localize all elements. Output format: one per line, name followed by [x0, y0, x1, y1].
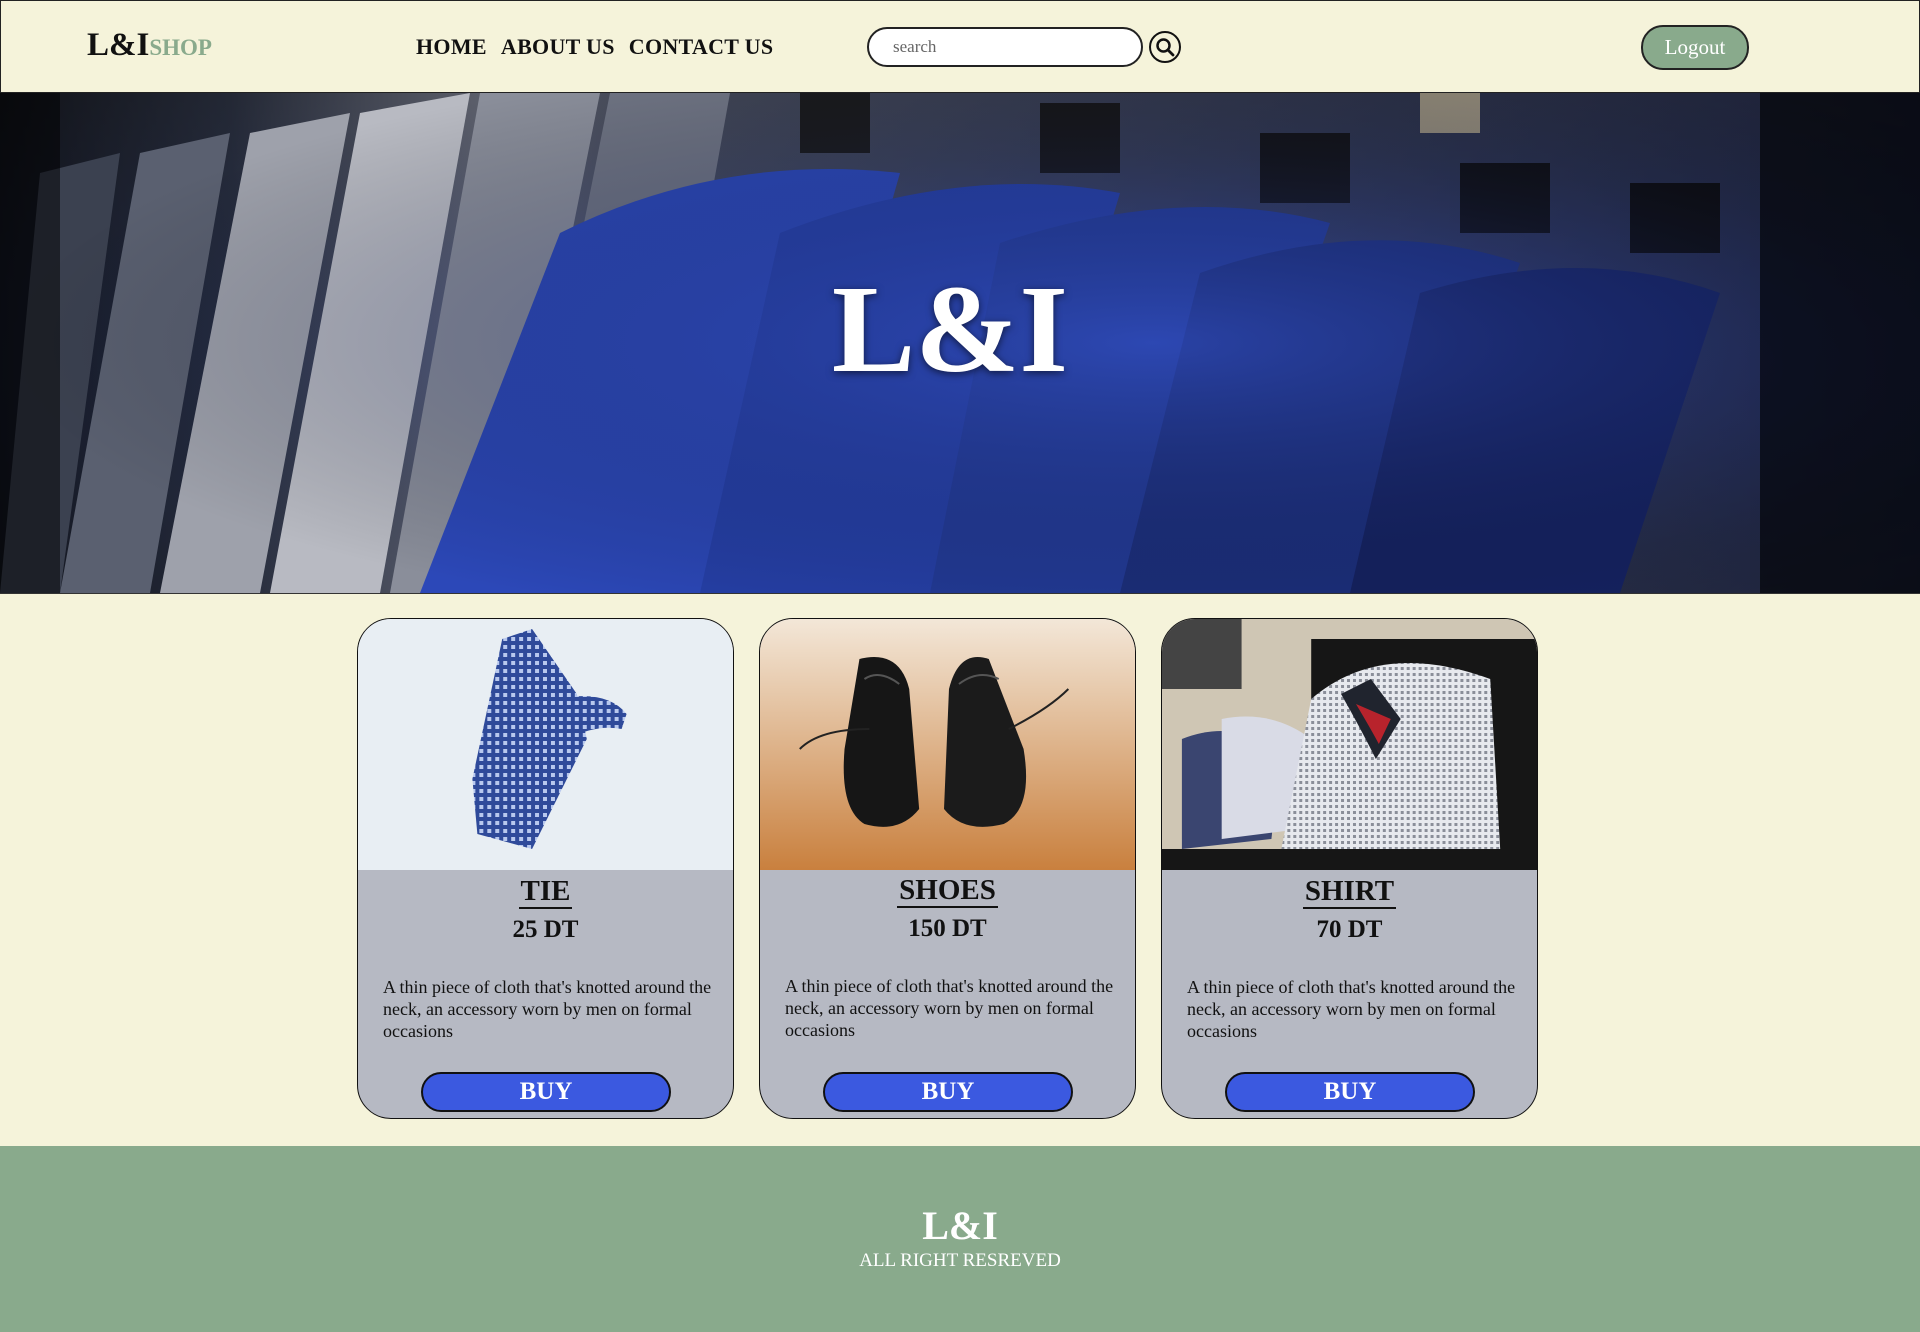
search-button[interactable] [1149, 31, 1181, 63]
footer: L&I ALL RIGHT RESREVED [0, 1146, 1920, 1332]
product-description: A thin piece of cloth that's knotted aro… [1187, 977, 1516, 1041]
buy-button-tie[interactable]: BUY [421, 1072, 671, 1112]
product-card-shoes: SHOES 150 DT A thin piece of cloth that'… [759, 618, 1136, 1119]
search-input[interactable] [867, 27, 1143, 67]
logout-button[interactable]: Logout [1641, 25, 1749, 70]
hero-title: L&I [831, 261, 1069, 399]
product-price: 150 DT [908, 915, 987, 942]
product-card-tie: TIE 25 DT A thin piece of cloth that's k… [357, 618, 734, 1119]
product-description: A thin piece of cloth that's knotted aro… [785, 976, 1114, 1040]
hero-banner: L&I [0, 93, 1920, 594]
main-nav: HOME ABOUT US CONTACT US [416, 34, 773, 60]
nav-link-contact-us[interactable]: CONTACT US [629, 34, 774, 60]
buy-button-shirt[interactable]: BUY [1225, 1072, 1475, 1112]
product-price: 70 DT [1316, 916, 1383, 943]
site-logo[interactable]: L&ISHOP [87, 27, 212, 64]
buy-button-shoes[interactable]: BUY [823, 1072, 1073, 1112]
logo-main-text: L&I [87, 27, 150, 63]
shirt-image [1162, 619, 1537, 870]
product-description: A thin piece of cloth that's knotted aro… [383, 977, 712, 1041]
nav-link-about-us[interactable]: ABOUT US [501, 34, 615, 60]
product-name: SHIRT [1302, 875, 1397, 909]
footer-copyright: ALL RIGHT RESREVED [859, 1250, 1061, 1271]
product-card-shirt: SHIRT 70 DT A thin piece of cloth that's… [1161, 618, 1538, 1119]
search-icon [1156, 38, 1175, 57]
footer-logo: L&I [922, 1203, 998, 1248]
shoes-image [760, 619, 1135, 870]
tie-image [358, 619, 733, 870]
nav-link-home[interactable]: HOME [416, 34, 487, 60]
logo-sub-text: SHOP [149, 35, 212, 60]
product-name: SHOES [897, 874, 998, 908]
product-price: 25 DT [512, 916, 579, 943]
product-name: TIE [518, 875, 573, 909]
top-navbar: L&ISHOP HOME ABOUT US CONTACT US Logout [0, 0, 1920, 93]
